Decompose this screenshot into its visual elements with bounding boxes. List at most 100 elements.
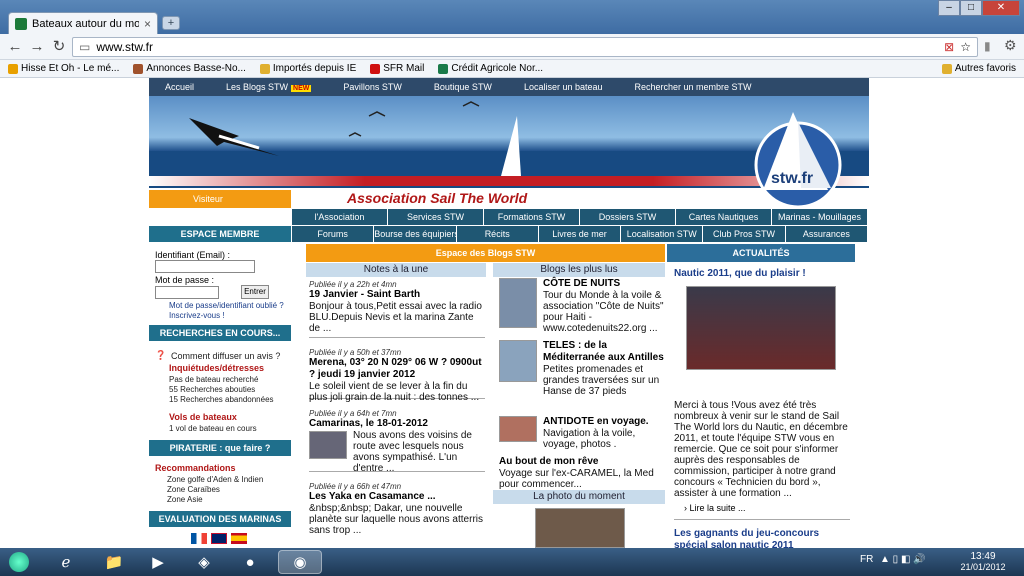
avis-link[interactable]: Comment diffuser un avis ? (171, 351, 280, 362)
vol-en-cours[interactable]: 1 vol de bateau en cours (169, 423, 257, 434)
bookmark-item[interactable]: Crédit Agricole Nor... (438, 63, 543, 74)
reload-icon[interactable]: ↻ (50, 38, 68, 56)
photo-of-moment[interactable] (535, 508, 625, 548)
stop-icon[interactable]: ⊠ (944, 40, 954, 54)
wrench-icon[interactable]: ⚙ (1004, 37, 1017, 54)
other-bookmarks-folder[interactable]: Autres favoris (941, 63, 1016, 74)
menu-recits[interactable]: Récits (455, 226, 538, 242)
bookmark-item[interactable]: SFR Mail (370, 63, 424, 74)
menu-forums[interactable]: Forums (291, 226, 374, 242)
list-item[interactable]: TELES : de la Méditerranée aux Antilles … (499, 340, 665, 416)
explorer-icon[interactable]: 📁 (96, 550, 132, 574)
top-nav: Accueil Les Blogs STW NEW Pavillons STW B… (149, 78, 869, 96)
list-item[interactable]: Publiée il y a 66h et 47mn Les Yaka en C… (309, 472, 485, 536)
blog-thumbnail[interactable] (499, 278, 537, 328)
flag-fr-icon[interactable] (191, 533, 207, 544)
minimize-icon[interactable]: – (938, 0, 960, 16)
actualites-panel: Nautic 2011, que du plaisir ! Merci à to… (674, 268, 850, 548)
piraterie-header: PIRATERIE : que faire ? (149, 440, 291, 456)
browser-tab[interactable]: Bateaux autour du monde × (8, 12, 158, 34)
new-tab-button[interactable]: + (162, 16, 180, 30)
logo-icon (754, 112, 842, 209)
list-item[interactable]: ANTIDOTE en voyage. Navigation à la voil… (499, 416, 665, 456)
zone-asie[interactable]: Zone Asie (167, 494, 203, 505)
recherches-abandonnees[interactable]: 15 Recherches abandonnées (169, 394, 274, 405)
menu-assurances[interactable]: Assurances (784, 226, 867, 242)
tab-title: Bateaux autour du monde (32, 17, 139, 30)
menu-formations[interactable]: Formations STW (483, 209, 579, 225)
page-viewport: Accueil Les Blogs STW NEW Pavillons STW B… (0, 78, 1024, 548)
actualites-header: ACTUALITÉS (667, 244, 855, 262)
read-more-link[interactable]: › Lire la suite ... (684, 503, 850, 513)
notes-header: Notes à la une (306, 263, 486, 277)
bookmark-folder[interactable]: Importés depuis IE (259, 63, 356, 74)
password-label: Mot de passe : (155, 275, 215, 285)
star-icon[interactable]: ☆ (960, 40, 971, 54)
flag-uk-icon[interactable] (211, 533, 227, 544)
blog-thumbnail[interactable] (499, 340, 537, 382)
nav-rechercher[interactable]: Rechercher un membre STW (619, 82, 768, 92)
new-badge: NEW (291, 85, 312, 92)
blog-thumbnail[interactable] (499, 416, 537, 442)
post-thumbnail[interactable] (309, 431, 347, 459)
back-icon[interactable]: ← (6, 38, 24, 56)
media-icon[interactable]: ▶ (140, 550, 176, 574)
bookmark-item[interactable]: Hisse Et Oh - Le mé... (8, 63, 119, 74)
actu2-title[interactable]: Les gagnants du jeu-concours spécial sal… (674, 528, 850, 548)
bookmark-icon (8, 63, 18, 74)
app-icon[interactable]: ◈ (186, 550, 222, 574)
bookmark-icon (438, 63, 449, 74)
start-button[interactable] (2, 550, 36, 574)
close-window-icon[interactable]: ✕ (982, 0, 1020, 16)
clock[interactable]: 13:49 21/01/2012 (958, 551, 1008, 572)
password-field[interactable] (155, 286, 219, 299)
email-field[interactable] (155, 260, 255, 273)
nav-boutique[interactable]: Boutique STW (418, 82, 508, 92)
address-bar[interactable]: ▭ www.stw.fr ⊠ ☆ (72, 37, 978, 57)
menu-association[interactable]: l'Association (291, 209, 387, 225)
nav-pavillons[interactable]: Pavillons STW (327, 82, 418, 92)
windows-taskbar: ℯ 📁 ▶ ◈ ● ◉ FR ▲ ▯ ◧ 🔊 13:49 21/01/2012 (0, 548, 1024, 576)
actu-title[interactable]: Nautic 2011, que du plaisir ! (674, 268, 850, 280)
menu-services[interactable]: Services STW (387, 209, 483, 225)
menu-cartes[interactable]: Cartes Nautiques (675, 209, 771, 225)
browser-toolbar: ← → ↻ ▭ www.stw.fr ⊠ ☆ ▮ ⚙ (0, 34, 1024, 60)
list-item[interactable]: Au bout de mon rêve Voyage sur l'ex-CARA… (499, 456, 665, 490)
menu-clubpros[interactable]: Club Pros STW (702, 226, 785, 242)
list-item[interactable]: Publiée il y a 64h et 7mn Camarinas, le … (309, 399, 485, 474)
flag-es-icon[interactable] (231, 533, 247, 544)
nav-accueil[interactable]: Accueil (149, 82, 210, 92)
login-button[interactable]: Entrer (241, 285, 269, 299)
register-link[interactable]: Inscrivez-vous ! (169, 310, 225, 321)
list-item[interactable]: Publiée il y a 22h et 4mn 19 Janvier - S… (309, 280, 485, 337)
close-icon[interactable]: × (144, 17, 151, 31)
forward-icon[interactable]: → (28, 38, 46, 56)
stw-logo[interactable]: stw.fr (743, 110, 853, 210)
site-container: Accueil Les Blogs STW NEW Pavillons STW B… (149, 78, 869, 548)
nav-blogs[interactable]: Les Blogs STW NEW (210, 82, 327, 92)
bookmarks-bar: Hisse Et Oh - Le mé... Annonces Basse-No… (0, 60, 1024, 78)
chrome-icon[interactable]: ◉ (278, 550, 322, 574)
tray-icons[interactable]: ▲ ▯ ◧ 🔊 (880, 554, 926, 565)
bookmark-item[interactable]: Annonces Basse-No... (133, 63, 246, 74)
orb-icon[interactable]: ● (232, 550, 268, 574)
notes-list: Publiée il y a 22h et 4mn 19 Janvier - S… (309, 280, 485, 536)
language-indicator[interactable]: FR (860, 554, 873, 565)
menu-bourse[interactable]: Bourse des équipiers (373, 226, 456, 242)
nav-localiser[interactable]: Localiser un bateau (508, 82, 619, 92)
recommandations-link[interactable]: Recommandations (155, 463, 236, 474)
menu-marinas[interactable]: Marinas - Mouillages (771, 209, 867, 225)
menu-livres[interactable]: Livres de mer (537, 226, 621, 242)
vols-link[interactable]: Vols de bateaux (169, 412, 237, 423)
ie-icon[interactable]: ℯ (48, 550, 84, 574)
inquietudes-link[interactable]: Inquiétudes/détresses (169, 363, 264, 374)
actu-photo[interactable] (686, 286, 836, 370)
maximize-icon[interactable]: □ (960, 0, 982, 16)
blogs-header: Espace des Blogs STW (306, 244, 665, 262)
menu-dossiers[interactable]: Dossiers STW (579, 209, 675, 225)
menu-localisation[interactable]: Localisation STW (620, 226, 703, 242)
list-item[interactable]: CÔTE DE NUITS Tour du Monde à la voile &… (499, 278, 665, 340)
association-title: Association Sail The World (347, 190, 528, 206)
list-item[interactable]: Publiée il y a 50h et 37mn Merena, 03° 2… (309, 338, 485, 403)
main-menu-row-1: l'Association Services STW Formations ST… (291, 209, 867, 225)
